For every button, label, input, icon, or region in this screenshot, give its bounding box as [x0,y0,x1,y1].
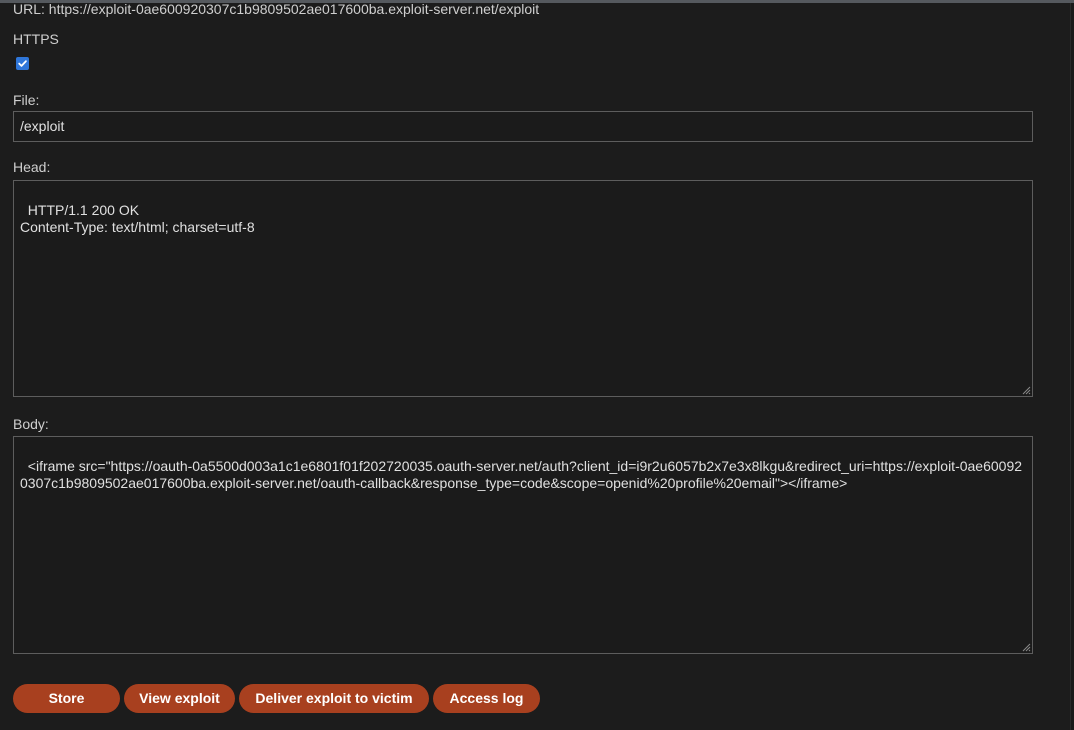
file-input[interactable]: /exploit [13,111,1033,142]
file-label: File: [13,92,40,108]
https-checkbox[interactable] [16,57,29,70]
access-log-button[interactable]: Access log [433,684,540,713]
deliver-exploit-button[interactable]: Deliver exploit to victim [239,684,429,713]
scrollbar-track[interactable] [1070,3,1074,730]
body-textarea[interactable]: <iframe src="https://oauth-0a5500d003a1c… [13,436,1033,654]
head-textarea[interactable]: HTTP/1.1 200 OK Content-Type: text/html;… [13,180,1033,397]
body-label: Body: [13,416,49,432]
view-exploit-button[interactable]: View exploit [124,684,235,713]
resize-grip-icon[interactable] [1021,642,1031,652]
body-textarea-content: <iframe src="https://oauth-0a5500d003a1c… [20,458,1023,491]
resize-grip-icon[interactable] [1021,385,1031,395]
exploit-url-text: URL: https://exploit-0ae600920307c1b9809… [13,1,540,17]
check-icon [18,60,27,67]
store-button[interactable]: Store [13,684,120,713]
head-textarea-content: HTTP/1.1 200 OK Content-Type: text/html;… [20,202,255,235]
https-label: HTTPS [13,31,59,47]
head-label: Head: [13,159,51,175]
